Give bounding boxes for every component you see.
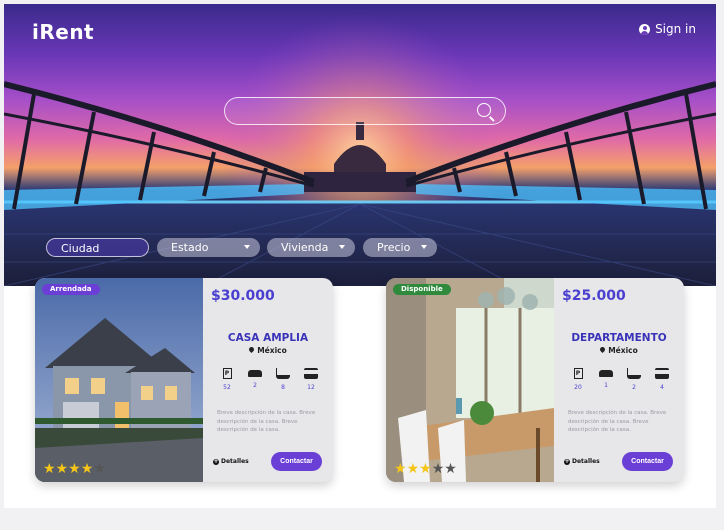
chevron-down-icon: [244, 245, 250, 249]
bathtub-icon: [276, 368, 290, 379]
star-icon: ★: [444, 461, 457, 477]
location: México: [203, 345, 333, 355]
app-logo[interactable]: iRent: [32, 20, 94, 44]
car-icon: [248, 370, 262, 377]
filter-vivienda-label: Vivienda: [281, 241, 329, 254]
star-rating: ★★★★★: [43, 461, 106, 477]
details-link[interactable]: + Detalles: [213, 458, 249, 465]
parking-count: 20: [574, 384, 582, 391]
user-icon: [639, 23, 651, 35]
filter-precio-dropdown[interactable]: Precio: [363, 238, 437, 257]
listing-info: $30.000 CASA AMPLIA México P 52 2 8 12 Br…: [203, 278, 333, 482]
filter-vivienda-dropdown[interactable]: Vivienda: [267, 238, 355, 257]
details-link[interactable]: + Detalles: [564, 458, 600, 465]
bathtub-icon: [627, 368, 641, 379]
amenities: P 52 2 8 12: [217, 368, 321, 391]
star-icon: ★: [431, 461, 445, 477]
plus-icon: +: [213, 457, 219, 465]
filter-estado-dropdown[interactable]: Estado: [157, 238, 260, 257]
signin-label: Sign in: [655, 22, 696, 36]
star-icon: ★: [406, 461, 420, 477]
bed-count: 4: [660, 384, 664, 391]
search-bar: [224, 97, 506, 125]
car-count: 1: [604, 382, 608, 389]
search-input[interactable]: [237, 102, 471, 122]
star-icon: ★: [68, 461, 81, 477]
star-icon: ★: [80, 461, 94, 477]
location-label: México: [257, 346, 287, 355]
star-icon: ★: [55, 461, 69, 477]
bed-count: 12: [307, 384, 315, 391]
price: $25.000: [562, 288, 626, 304]
filter-ciudad-label: Ciudad: [61, 242, 100, 255]
property-type: DEPARTAMENTO: [571, 332, 667, 344]
signin-link[interactable]: Sign in: [639, 22, 696, 36]
details-label: Detalles: [572, 458, 600, 465]
page: iRent Sign in Ciudad Estado Vivienda Pre…: [4, 4, 716, 508]
description: Breve descripción de la casa. Breve desc…: [217, 410, 316, 433]
property-type: CASA AMPLIA: [227, 332, 309, 344]
description: Breve descripción de la casa. Breve desc…: [568, 410, 667, 433]
location-label: México: [608, 346, 638, 355]
bath-count: 8: [281, 384, 285, 391]
chevron-down-icon: [421, 245, 427, 249]
contact-button[interactable]: Contactar: [271, 452, 322, 471]
chevron-down-icon: [339, 245, 345, 249]
star-icon: ★: [93, 461, 106, 477]
bath-count: 2: [632, 384, 636, 391]
car-count: 2: [253, 382, 257, 389]
parking-count: 52: [223, 384, 231, 391]
map-pin-icon: [599, 345, 607, 354]
bed-icon: [655, 368, 669, 379]
apartment-photo: Disponible ★★★★★: [386, 278, 554, 482]
map-pin-icon: [248, 345, 256, 354]
details-label: Detalles: [221, 458, 249, 465]
listing-card[interactable]: Arrendada ★★★★★ $30.000 CASA AMPLIA Méxi…: [35, 278, 333, 482]
status-badge: Disponible: [393, 284, 451, 295]
search-icon[interactable]: [477, 103, 491, 117]
plus-icon: +: [564, 457, 570, 465]
status-badge: Arrendada: [42, 284, 100, 295]
star-icon: ★: [43, 461, 56, 477]
listing-card[interactable]: Disponible ★★★★★ $25.000 DEPARTAMENTO Mé…: [386, 278, 684, 482]
filter-precio-label: Precio: [377, 241, 411, 254]
contact-button[interactable]: Contactar: [622, 452, 673, 471]
filter-estado-label: Estado: [171, 241, 209, 254]
bed-icon: [304, 368, 318, 379]
listing-info: $25.000 DEPARTAMENTO México P 20 1 2 4 Br…: [554, 278, 684, 482]
star-icon: ★: [419, 461, 432, 477]
hero-banner: iRent Sign in Ciudad Estado Vivienda Pre…: [4, 4, 716, 286]
location: México: [554, 345, 684, 355]
price: $30.000: [211, 288, 275, 304]
star-rating: ★★★★★: [394, 461, 457, 477]
star-icon: ★: [394, 461, 407, 477]
filter-ciudad[interactable]: Ciudad: [46, 238, 149, 257]
house-photo: Arrendada ★★★★★: [35, 278, 203, 482]
parking-icon: P: [573, 368, 583, 379]
car-icon: [599, 370, 613, 377]
parking-icon: P: [222, 368, 232, 379]
amenities: P 20 1 2 4: [568, 368, 672, 391]
